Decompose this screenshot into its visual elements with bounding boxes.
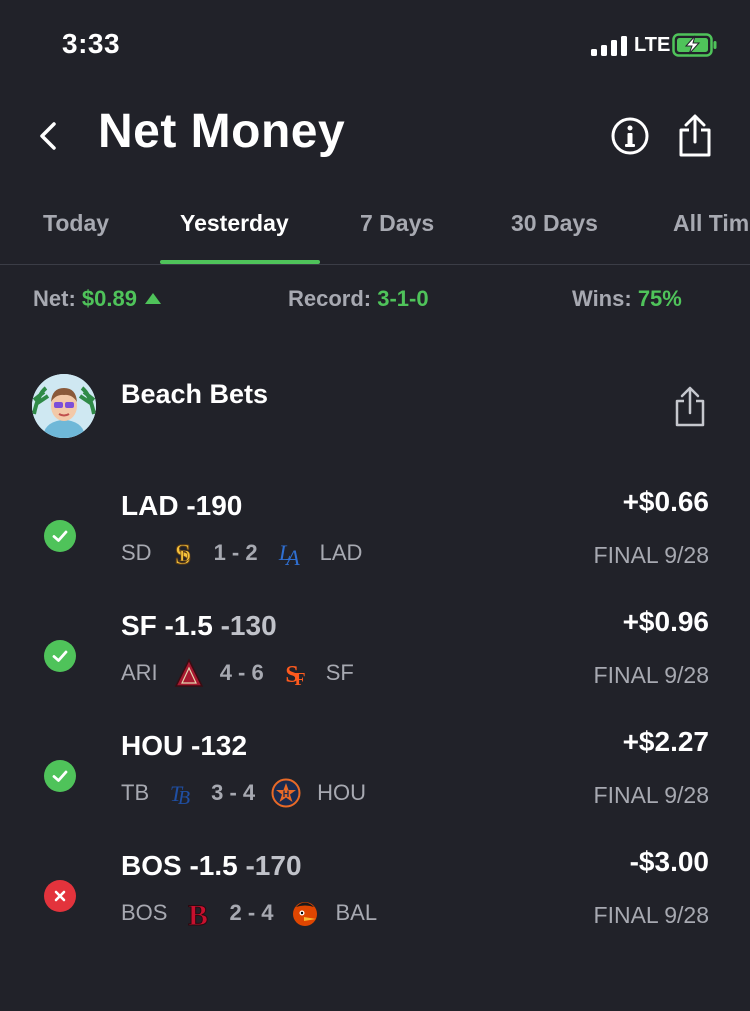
matchup: ARI 4 - 6 S F SF xyxy=(121,658,354,688)
info-icon[interactable] xyxy=(610,116,650,156)
checkmark-icon xyxy=(44,760,76,792)
giants-logo-icon: S F xyxy=(285,662,305,688)
bet-pick: LAD -190 xyxy=(121,490,242,522)
arrow-up-icon xyxy=(144,293,161,304)
score: 2 - 4 xyxy=(229,900,274,925)
group-name[interactable]: Beach Bets xyxy=(121,379,268,410)
pick-team: SF -1.5 xyxy=(121,610,213,641)
game-status: FINAL 9/28 xyxy=(593,902,709,928)
svg-text:A: A xyxy=(284,545,300,568)
share-icon[interactable] xyxy=(675,114,715,158)
score: 3 - 4 xyxy=(211,780,256,805)
tab-yesterday[interactable]: Yesterday xyxy=(180,210,289,237)
record-label: Record: xyxy=(288,286,372,311)
home-team: BAL xyxy=(335,900,378,925)
bet-row[interactable]: LAD -190 SD S D 1 - 2 L A LAD +$0.66 FIN… xyxy=(0,486,750,610)
away-team: SD xyxy=(121,540,152,565)
bet-row[interactable]: HOU -132 TB T B 3 - 4 H HOU +$2.27 FINAL… xyxy=(0,726,750,850)
home-team: SF xyxy=(325,660,354,685)
away-team: BOS xyxy=(121,900,168,925)
game-status: FINAL 9/28 xyxy=(593,542,709,568)
pick-odds: -170 xyxy=(245,850,302,881)
record-stat: Record: 3-1-0 xyxy=(288,286,429,312)
bet-pick: BOS -1.5 -170 xyxy=(121,850,302,882)
red-sox-logo-icon: B xyxy=(188,899,209,929)
away-team: ARI xyxy=(121,660,158,685)
active-tab-indicator xyxy=(160,260,320,264)
svg-text:B: B xyxy=(178,787,190,808)
bet-amount: +$0.96 xyxy=(622,606,709,637)
home-team: HOU xyxy=(317,780,367,805)
net-label: Net: xyxy=(33,286,76,311)
net-value: $0.89 xyxy=(81,286,137,311)
avatar[interactable] xyxy=(32,374,96,438)
dodgers-logo-icon: L A xyxy=(277,540,300,568)
bet-pick: SF -1.5 -130 xyxy=(121,610,277,642)
matchup: SD S D 1 - 2 L A LAD xyxy=(121,538,362,568)
time-range-tabs: Today Yesterday 7 Days 30 Days All Time xyxy=(0,196,750,265)
score: 4 - 6 xyxy=(219,660,264,685)
status-time: 3:33 xyxy=(62,28,121,59)
battery-charging-icon xyxy=(672,33,717,57)
bet-amount: -$3.00 xyxy=(629,846,709,877)
record-value: 3-1-0 xyxy=(377,286,429,311)
matchup: TB T B 3 - 4 H HOU xyxy=(121,778,366,808)
svg-text:F: F xyxy=(294,669,305,688)
rays-logo-icon: T B xyxy=(170,781,190,808)
pick-odds: -130 xyxy=(220,610,277,641)
pick-team: HOU -132 xyxy=(121,730,248,761)
pick-team: LAD -190 xyxy=(121,490,243,521)
svg-text:B: B xyxy=(188,899,208,928)
away-team: TB xyxy=(121,780,150,805)
wins-stat: Wins: 75% xyxy=(572,286,682,312)
bet-row[interactable]: BOS -1.5 -170 BOS B 2 - 4 BAL -$3.00 FIN… xyxy=(0,846,750,970)
bet-amount: +$0.66 xyxy=(622,486,709,517)
checkmark-icon xyxy=(44,640,76,672)
orioles-logo-icon xyxy=(292,902,317,926)
tab-7-days[interactable]: 7 Days xyxy=(360,210,434,237)
x-icon xyxy=(44,880,76,912)
game-status: FINAL 9/28 xyxy=(593,662,709,688)
bet-amount: +$2.27 xyxy=(622,726,709,757)
signal-icon xyxy=(591,36,627,56)
wins-label: Wins: xyxy=(572,286,632,311)
score: 1 - 2 xyxy=(213,540,258,565)
game-status: FINAL 9/28 xyxy=(593,782,709,808)
svg-text:H: H xyxy=(283,789,290,799)
chevron-left-icon[interactable] xyxy=(36,118,60,154)
pick-team: BOS -1.5 xyxy=(121,850,238,881)
checkmark-icon xyxy=(44,520,76,552)
tab-30-days[interactable]: 30 Days xyxy=(511,210,598,237)
matchup: BOS B 2 - 4 BAL xyxy=(121,898,378,929)
bet-row[interactable]: SF -1.5 -130 ARI 4 - 6 S F SF +$0.96 FIN… xyxy=(0,606,750,730)
bet-pick: HOU -132 xyxy=(121,730,247,762)
avatar-image xyxy=(32,374,96,438)
home-team: LAD xyxy=(319,540,363,565)
astros-logo-icon: H xyxy=(271,778,301,808)
tab-today[interactable]: Today xyxy=(43,210,109,237)
svg-text:D: D xyxy=(179,548,191,565)
network-label: LTE xyxy=(634,34,671,56)
share-icon[interactable] xyxy=(672,386,708,428)
page-title: Net Money xyxy=(98,105,346,158)
tab-all-time[interactable]: All Time xyxy=(673,210,750,237)
padres-logo-icon: S D xyxy=(174,538,192,568)
net-stat: Net: $0.89 xyxy=(33,286,161,312)
diamondbacks-logo-icon xyxy=(174,658,203,687)
wins-value: 75% xyxy=(637,286,682,311)
